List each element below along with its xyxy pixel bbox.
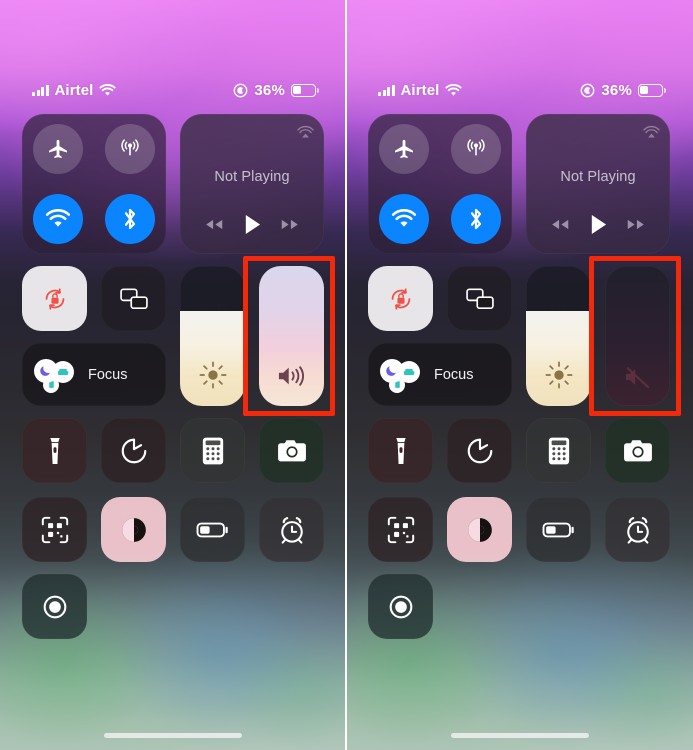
volume-slider[interactable] bbox=[605, 266, 670, 406]
camera-button[interactable] bbox=[259, 418, 324, 483]
battery-icon bbox=[638, 83, 666, 97]
connectivity-module[interactable] bbox=[22, 114, 166, 254]
calculator-button[interactable] bbox=[180, 418, 245, 483]
rewind-icon[interactable] bbox=[549, 217, 571, 232]
volume-slider[interactable] bbox=[259, 266, 324, 406]
cellular-signal-icon bbox=[32, 84, 49, 96]
brightness-fill bbox=[180, 310, 245, 406]
bluetooth-button[interactable] bbox=[105, 194, 155, 244]
shortcut-grid bbox=[22, 418, 324, 562]
wifi-icon bbox=[445, 83, 463, 97]
brightness-fill bbox=[526, 310, 591, 406]
shortcut-grid bbox=[368, 418, 670, 562]
cellular-data-button[interactable] bbox=[105, 124, 155, 174]
status-bar: Airtel 36% bbox=[346, 78, 693, 102]
brightness-slider[interactable] bbox=[526, 266, 591, 406]
low-power-mode-button[interactable] bbox=[526, 497, 591, 562]
speaker-mute-icon bbox=[622, 364, 654, 390]
control-center: Not Playing Focus bbox=[368, 114, 670, 639]
moon-icon bbox=[380, 358, 404, 383]
media-playback-module[interactable]: Not Playing bbox=[526, 114, 670, 254]
fast-forward-icon[interactable] bbox=[279, 217, 301, 232]
home-indicator[interactable] bbox=[450, 733, 589, 738]
focus-module[interactable]: Focus bbox=[368, 343, 512, 406]
sun-icon bbox=[198, 360, 228, 390]
screen-recording-row bbox=[22, 574, 324, 639]
focus-moon-indicator-icon bbox=[580, 83, 595, 98]
brightness-slider[interactable] bbox=[180, 266, 245, 406]
home-indicator[interactable] bbox=[104, 733, 242, 738]
focus-icon-cluster bbox=[34, 357, 82, 393]
focus-label: Focus bbox=[434, 366, 474, 383]
calculator-button[interactable] bbox=[526, 418, 591, 483]
bluetooth-button[interactable] bbox=[451, 194, 501, 244]
timer-button[interactable] bbox=[447, 418, 512, 483]
alarm-clock-button[interactable] bbox=[605, 497, 670, 562]
control-center: Not Playing Focus bbox=[22, 114, 324, 639]
flashlight-button[interactable] bbox=[22, 418, 87, 483]
battery-percent-label: 36% bbox=[601, 81, 632, 99]
wifi-button[interactable] bbox=[379, 194, 429, 244]
screen-recording-button[interactable] bbox=[368, 574, 433, 639]
timer-button[interactable] bbox=[101, 418, 166, 483]
sun-icon bbox=[544, 360, 574, 390]
now-playing-label: Not Playing bbox=[560, 169, 636, 185]
focus-label: Focus bbox=[88, 366, 128, 383]
now-playing-label: Not Playing bbox=[214, 169, 290, 185]
battery-percent-label: 36% bbox=[254, 81, 285, 99]
panel-divider bbox=[345, 0, 347, 750]
focus-moon-indicator-icon bbox=[233, 83, 248, 98]
flashlight-button[interactable] bbox=[368, 418, 433, 483]
battery-icon bbox=[291, 83, 319, 97]
carrier-label: Airtel bbox=[400, 81, 440, 99]
airplane-mode-button[interactable] bbox=[379, 124, 429, 174]
rewind-icon[interactable] bbox=[203, 217, 225, 232]
low-power-mode-button[interactable] bbox=[180, 497, 245, 562]
screen-recording-button[interactable] bbox=[22, 574, 87, 639]
airplay-icon[interactable] bbox=[297, 123, 314, 140]
speaker-wave-icon bbox=[275, 362, 309, 390]
moon-icon bbox=[34, 358, 58, 383]
alarm-clock-button[interactable] bbox=[259, 497, 324, 562]
fast-forward-icon[interactable] bbox=[625, 217, 647, 232]
connectivity-module[interactable] bbox=[368, 114, 512, 254]
code-scanner-button[interactable] bbox=[22, 497, 87, 562]
dark-mode-button[interactable] bbox=[447, 497, 512, 562]
media-playback-module[interactable]: Not Playing bbox=[180, 114, 324, 254]
code-scanner-button[interactable] bbox=[368, 497, 433, 562]
right-panel: Airtel 36% Not Playing Focus bbox=[346, 0, 693, 750]
screen-mirroring-button[interactable] bbox=[101, 266, 166, 331]
focus-module[interactable]: Focus bbox=[22, 343, 166, 406]
play-icon[interactable] bbox=[242, 213, 261, 236]
dark-mode-button[interactable] bbox=[101, 497, 166, 562]
wifi-button[interactable] bbox=[33, 194, 83, 244]
airplay-icon[interactable] bbox=[643, 123, 660, 140]
camera-button[interactable] bbox=[605, 418, 670, 483]
focus-icon-cluster bbox=[380, 357, 428, 393]
wifi-icon bbox=[99, 83, 117, 97]
airplane-mode-button[interactable] bbox=[33, 124, 83, 174]
cellular-signal-icon bbox=[378, 84, 395, 96]
left-panel: Airtel 36% Not Playing Focus bbox=[0, 0, 346, 750]
status-bar: Airtel 36% bbox=[0, 78, 346, 102]
comparison-screenshot: Airtel 36% Not Playing Focus Airtel 36% … bbox=[0, 0, 693, 750]
rotation-lock-button[interactable] bbox=[22, 266, 87, 331]
cellular-data-button[interactable] bbox=[451, 124, 501, 174]
play-icon[interactable] bbox=[588, 213, 607, 236]
carrier-label: Airtel bbox=[54, 81, 94, 99]
screen-recording-row bbox=[368, 574, 670, 639]
screen-mirroring-button[interactable] bbox=[447, 266, 512, 331]
rotation-lock-button[interactable] bbox=[368, 266, 433, 331]
